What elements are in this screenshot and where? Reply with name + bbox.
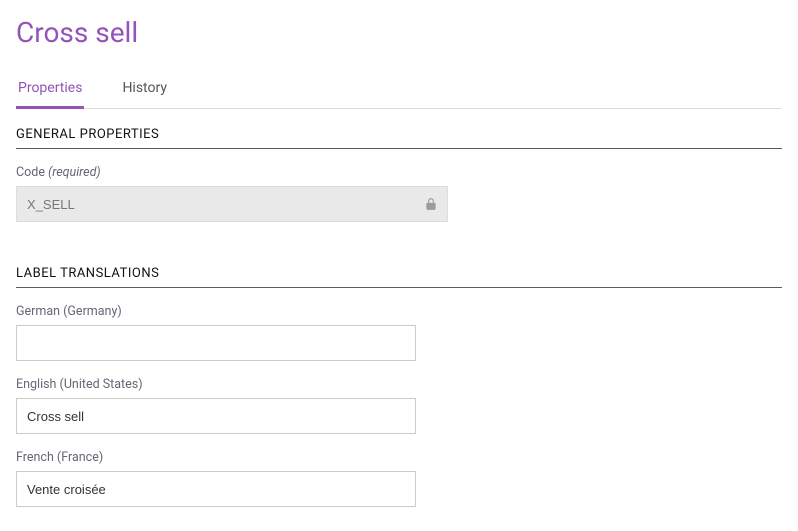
tab-properties[interactable]: Properties — [16, 72, 84, 109]
field-de-DE: German (Germany) — [16, 304, 782, 361]
input-en-US[interactable] — [16, 398, 416, 434]
lock-icon — [424, 197, 438, 211]
field-code-required: (required) — [48, 165, 101, 180]
section-translations: LABEL TRANSLATIONS German (Germany) Engl… — [16, 266, 782, 507]
input-de-DE[interactable] — [16, 325, 416, 361]
section-translations-title: LABEL TRANSLATIONS — [16, 266, 782, 288]
label-fr-FR: French (France) — [16, 450, 782, 465]
tabs: Properties History — [16, 71, 782, 109]
field-fr-FR: French (France) — [16, 450, 782, 507]
field-en-US: English (United States) — [16, 377, 782, 434]
input-fr-FR[interactable] — [16, 471, 416, 507]
code-input-wrap — [16, 186, 448, 222]
tab-history[interactable]: History — [120, 72, 169, 109]
section-general-title: GENERAL PROPERTIES — [16, 127, 782, 149]
section-general: GENERAL PROPERTIES Code (required) — [16, 127, 782, 222]
field-code: Code (required) — [16, 165, 782, 222]
page-title: Cross sell — [16, 16, 782, 49]
label-de-DE: German (Germany) — [16, 304, 782, 319]
code-input — [16, 186, 448, 222]
field-code-label-text: Code — [16, 165, 45, 180]
label-en-US: English (United States) — [16, 377, 782, 392]
field-code-label: Code (required) — [16, 165, 782, 180]
